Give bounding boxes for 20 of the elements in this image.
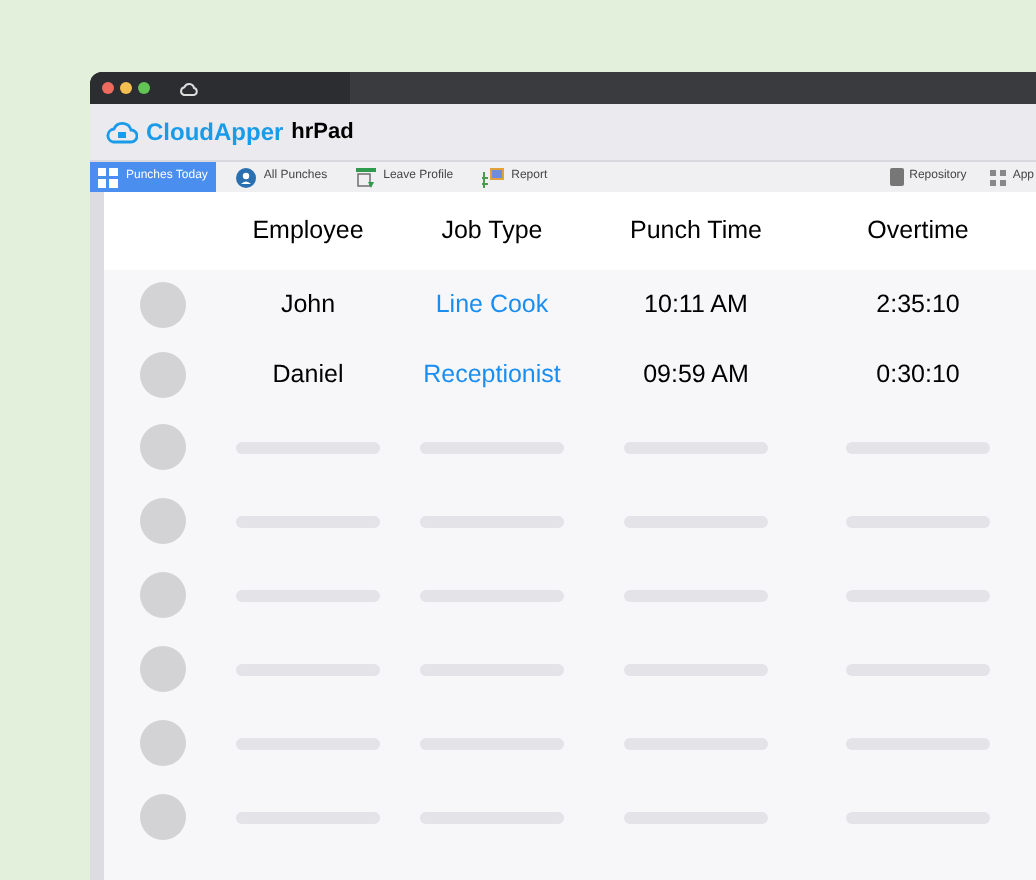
punch-time: 09:59 AM: [641, 358, 751, 393]
column-header: Employee: [250, 214, 366, 249]
cloud-icon: [180, 81, 198, 95]
overtime-value: 0:30:10: [874, 358, 962, 393]
employee-name: John: [278, 288, 338, 323]
document-icon: [889, 168, 904, 186]
column-header: Overtime: [865, 214, 971, 249]
apps-icon: [990, 169, 1007, 185]
employee-name: Daniel: [270, 358, 346, 393]
user-icon: [235, 167, 256, 187]
product-name: hrPad: [291, 117, 354, 148]
brand-name: CloudApper: [146, 116, 284, 150]
cloud-logo-icon: [106, 120, 138, 144]
calendar-icon: [355, 167, 376, 187]
grid-icon: [98, 167, 118, 187]
column-header: Job Type: [439, 214, 545, 249]
punch-time: 10:11 AM: [642, 288, 750, 323]
chart-icon: [481, 167, 504, 187]
overtime-value: 2:35:10: [874, 288, 962, 323]
column-header: Punch Time: [627, 214, 764, 249]
